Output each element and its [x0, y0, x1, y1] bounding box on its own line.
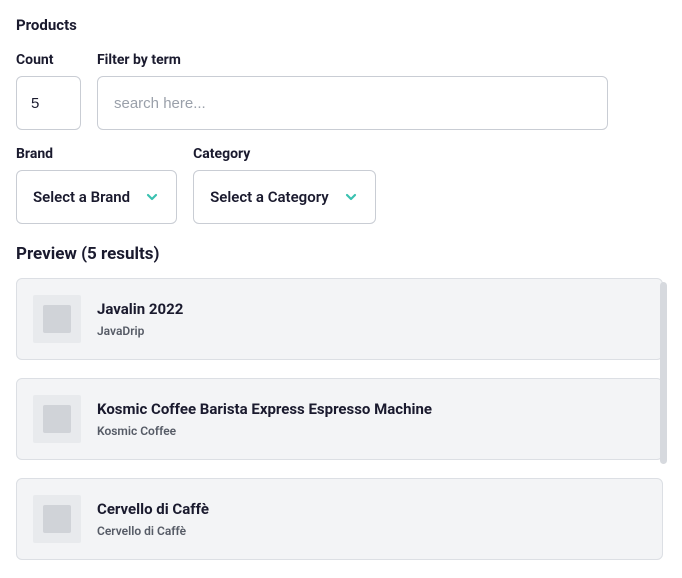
section-title: Products — [16, 16, 666, 34]
list-item[interactable]: Javalin 2022 JavaDrip — [16, 278, 663, 360]
result-text: Kosmic Coffee Barista Express Espresso M… — [97, 400, 432, 438]
product-name: Kosmic Coffee Barista Express Espresso M… — [97, 400, 432, 418]
preview-title: Preview (5 results) — [16, 244, 666, 264]
product-name: Javalin 2022 — [97, 300, 183, 318]
result-text: Javalin 2022 JavaDrip — [97, 300, 183, 338]
chevron-down-icon — [343, 189, 359, 205]
product-thumbnail — [33, 395, 81, 443]
filter-label: Filter by term — [97, 52, 608, 68]
filter-field: Filter by term — [97, 52, 608, 130]
category-select[interactable]: Select a Category — [193, 170, 376, 224]
scrollbar[interactable] — [660, 282, 667, 464]
category-select-label: Select a Category — [210, 188, 329, 206]
chevron-down-icon — [144, 189, 160, 205]
product-brand: Cervello di Caffè — [97, 524, 209, 538]
result-text: Cervello di Caffè Cervello di Caffè — [97, 500, 209, 538]
brand-select[interactable]: Select a Brand — [16, 170, 177, 224]
brand-label: Brand — [16, 146, 177, 162]
product-name: Cervello di Caffè — [97, 500, 209, 518]
results-list: Javalin 2022 JavaDrip Kosmic Coffee Bari… — [16, 278, 666, 560]
search-input[interactable] — [97, 76, 608, 130]
count-label: Count — [16, 52, 81, 68]
list-item[interactable]: Kosmic Coffee Barista Express Espresso M… — [16, 378, 663, 460]
product-thumbnail — [33, 295, 81, 343]
count-input[interactable] — [16, 76, 81, 130]
dropdowns-row: Brand Select a Brand Category Select a C… — [16, 146, 666, 224]
list-item[interactable]: Cervello di Caffè Cervello di Caffè — [16, 478, 663, 560]
product-brand: JavaDrip — [97, 324, 183, 338]
product-brand: Kosmic Coffee — [97, 424, 432, 438]
filters-row: Count Filter by term — [16, 52, 666, 130]
product-thumbnail — [33, 495, 81, 543]
brand-field: Brand Select a Brand — [16, 146, 177, 224]
count-field: Count — [16, 52, 81, 130]
category-label: Category — [193, 146, 376, 162]
brand-select-label: Select a Brand — [33, 188, 130, 206]
category-field: Category Select a Category — [193, 146, 376, 224]
